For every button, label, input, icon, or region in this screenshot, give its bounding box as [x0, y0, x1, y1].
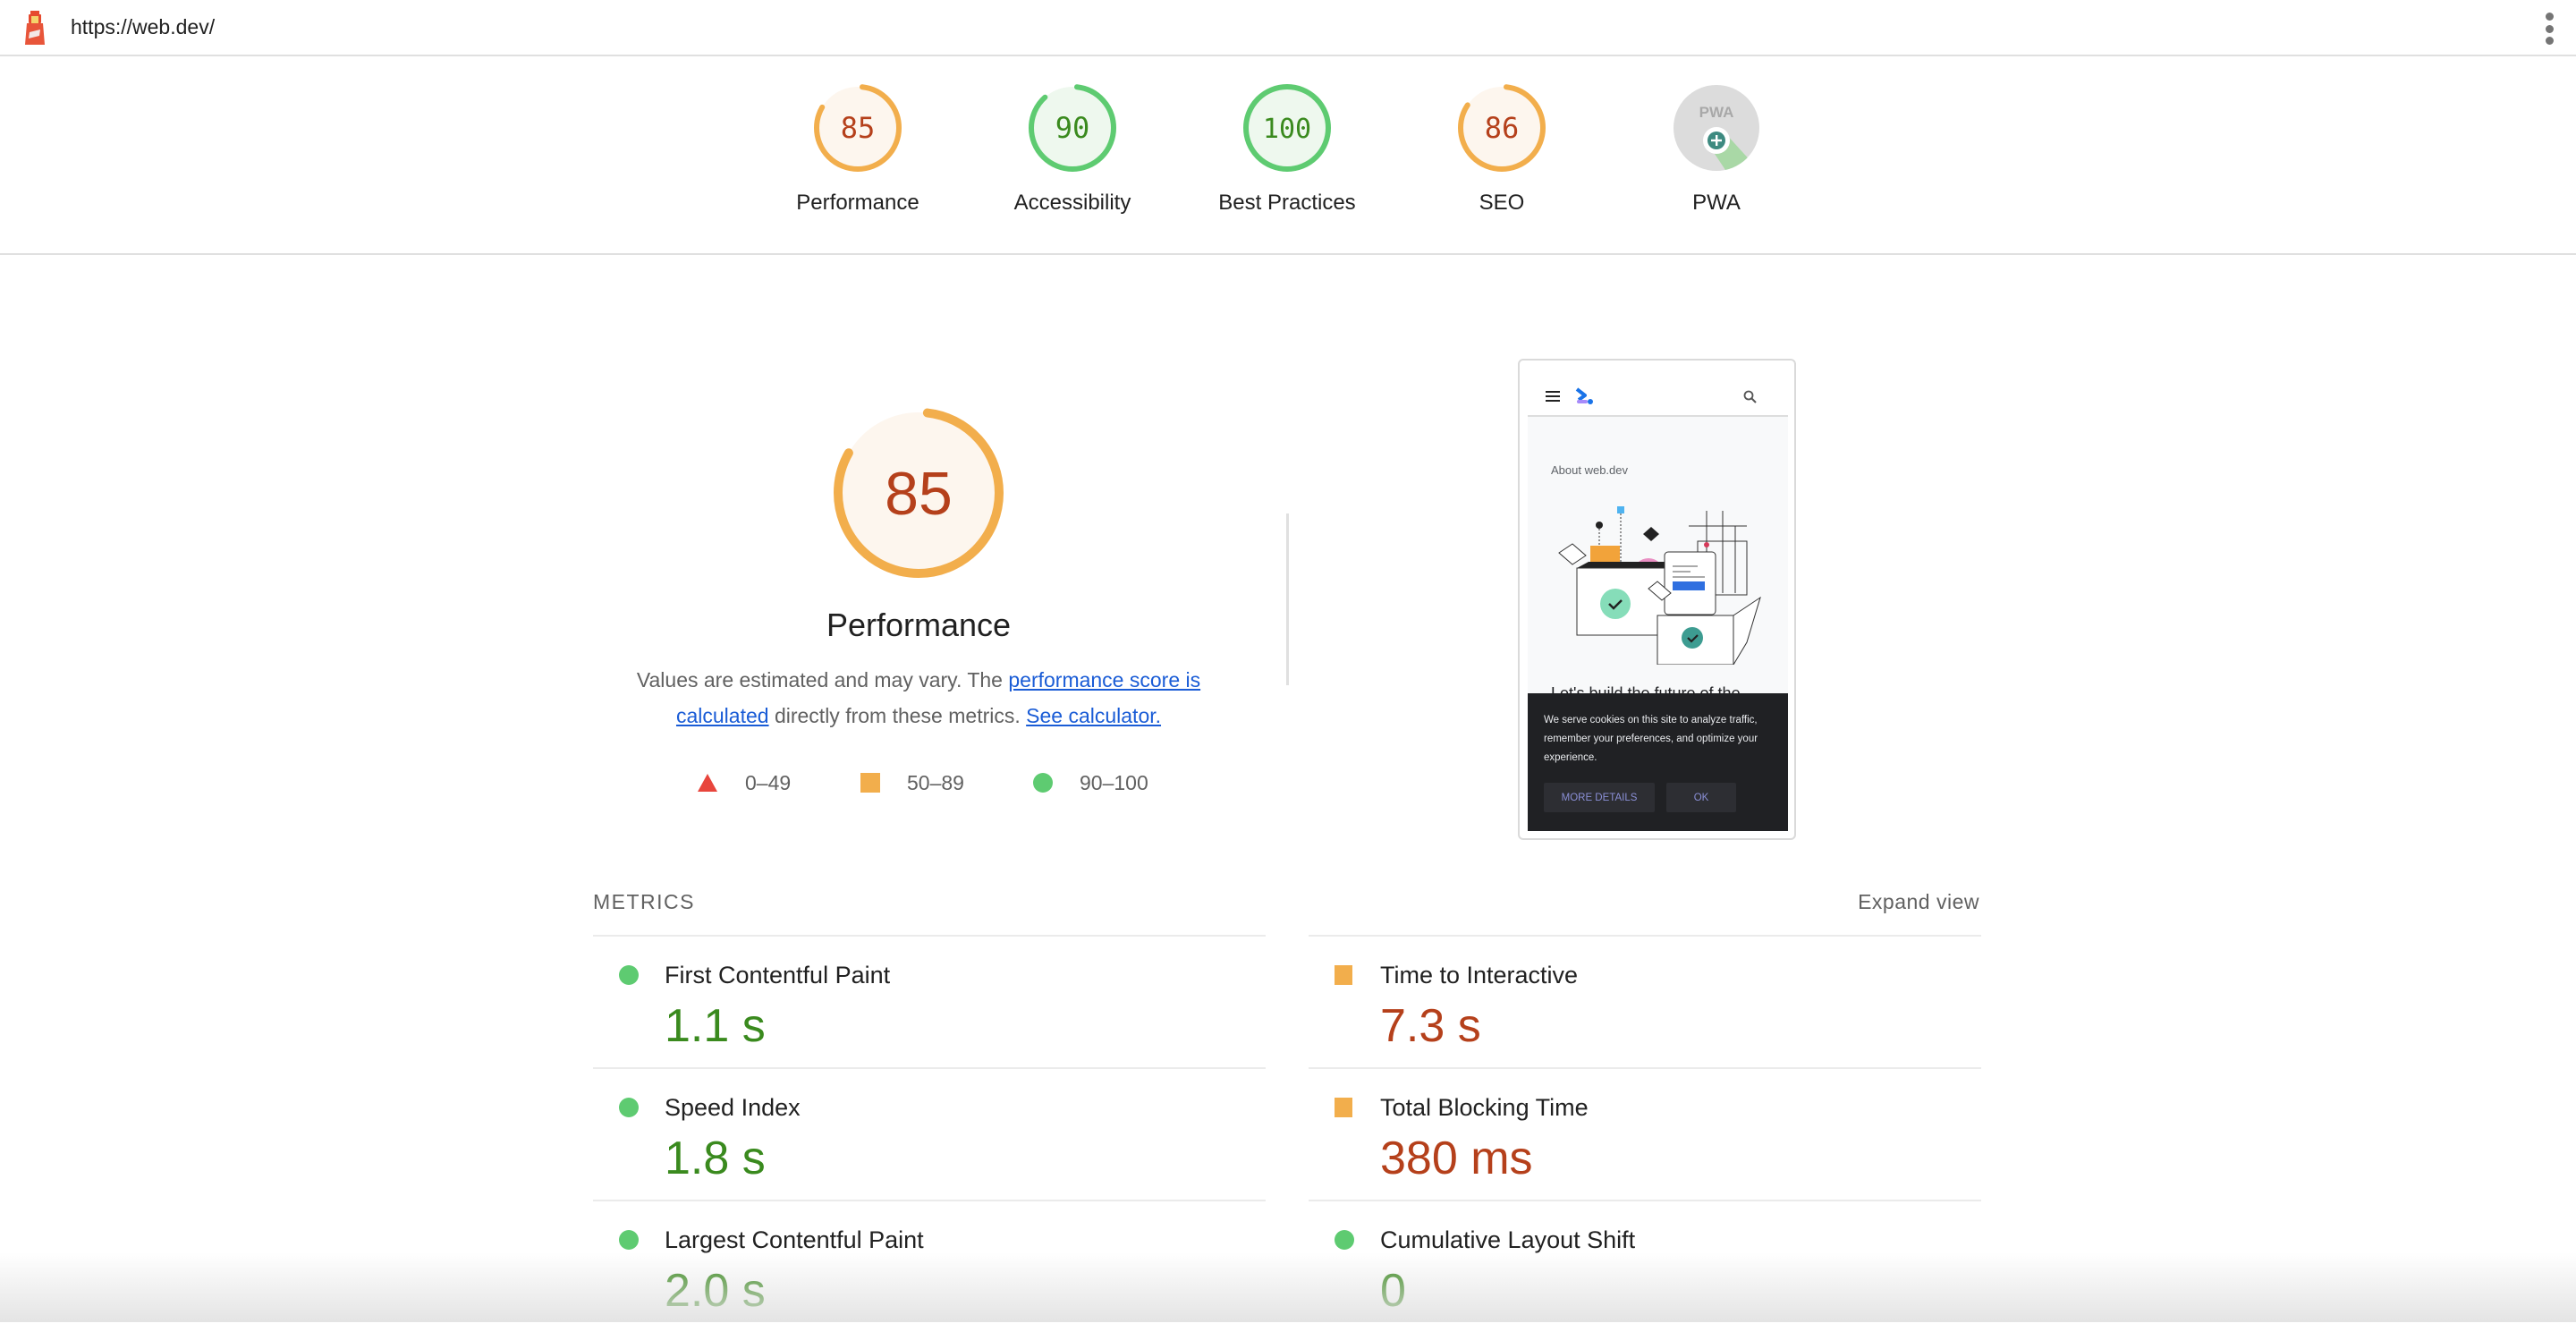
- more-vert-icon[interactable]: [2542, 13, 2556, 45]
- gauge-ring: 85: [814, 84, 902, 172]
- legend-average: 50–89: [860, 769, 964, 796]
- metric-time-to-interactive[interactable]: Time to Interactive 7.3 s: [1309, 935, 1981, 1067]
- gauge-ring: 90: [1029, 84, 1116, 172]
- metric-value: 0: [1380, 1265, 1406, 1317]
- gauge-seo[interactable]: 86 SEO: [1412, 83, 1591, 216]
- metrics-column-left: First Contentful Paint 1.1 s Speed Index…: [593, 935, 1266, 1332]
- gauge-label: Performance: [796, 191, 919, 215]
- cookie-ok-button[interactable]: OK: [1666, 783, 1736, 812]
- metric-first-contentful-paint[interactable]: First Contentful Paint 1.1 s: [593, 935, 1266, 1067]
- gauge-label: Best Practices: [1218, 191, 1356, 215]
- metric-value: 7.3 s: [1380, 1000, 1481, 1052]
- lighthouse-icon: [25, 11, 45, 45]
- gauge-score: 85: [841, 111, 876, 145]
- legend-label: 0–49: [745, 770, 792, 794]
- metric-name: Total Blocking Time: [1380, 1094, 1589, 1121]
- triangle-icon: [698, 774, 717, 792]
- gauge-label: Accessibility: [1013, 191, 1131, 215]
- gauge-accessibility[interactable]: 90 Accessibility: [983, 83, 1162, 216]
- score-summary: 85 Performance 90 Accessibility 100 Best…: [0, 56, 2576, 255]
- gauge-performance[interactable]: 85 Performance: [768, 83, 947, 216]
- report-url: https://web.dev/: [71, 15, 216, 38]
- pwa-badge-icon: PWA: [1674, 85, 1759, 171]
- metric-value: 2.0 s: [665, 1265, 766, 1317]
- site-header: [1528, 369, 1788, 417]
- gauge-score: 86: [1485, 111, 1520, 145]
- performance-score: 85: [885, 460, 953, 528]
- webdev-logo-icon: [1575, 387, 1593, 404]
- metrics-title: METRICS: [593, 890, 695, 913]
- vertical-divider: [1286, 513, 1289, 685]
- more-details-button[interactable]: MORE DETAILS: [1544, 783, 1655, 812]
- pass-circle-icon: [619, 1098, 639, 1117]
- metric-speed-index[interactable]: Speed Index 1.8 s: [593, 1067, 1266, 1200]
- expand-view-toggle[interactable]: Expand view: [1858, 890, 1979, 914]
- cookie-banner: We serve cookies on this site to analyze…: [1528, 693, 1788, 831]
- metric-name: Cumulative Layout Shift: [1380, 1226, 1636, 1253]
- desc-text: Values are estimated and may vary. The: [636, 668, 1009, 691]
- top-bar: https://web.dev/: [0, 0, 2576, 56]
- desc-text: directly from these metrics.: [768, 704, 1027, 727]
- metric-total-blocking-time[interactable]: Total Blocking Time 380 ms: [1309, 1067, 1981, 1200]
- about-heading: About web.dev: [1551, 463, 1629, 477]
- metric-largest-contentful-paint[interactable]: Largest Contentful Paint 2.0 s: [593, 1200, 1266, 1332]
- performance-title: Performance: [826, 607, 1012, 643]
- pass-circle-icon: [619, 965, 639, 985]
- metric-cumulative-layout-shift[interactable]: Cumulative Layout Shift 0: [1309, 1200, 1981, 1332]
- see-calculator-link[interactable]: See calculator.: [1026, 704, 1161, 727]
- gauge-label: SEO: [1479, 191, 1525, 215]
- legend-fail: 0–49: [697, 769, 791, 796]
- pass-circle-icon: [619, 1230, 639, 1250]
- metric-value: 1.1 s: [665, 1000, 766, 1052]
- metric-value: 1.8 s: [665, 1133, 766, 1184]
- metrics-column-right: Time to Interactive 7.3 s Total Blocking…: [1309, 935, 1981, 1332]
- legend-label: 50–89: [907, 770, 964, 794]
- screenshot-page: About web.dev We serve cookies on this s…: [1528, 369, 1788, 831]
- gauge-label: PWA: [1692, 191, 1741, 215]
- gauge-score: 90: [1055, 111, 1090, 145]
- legend-pass: 90–100: [1033, 769, 1148, 796]
- metric-value: 380 ms: [1380, 1133, 1533, 1184]
- metric-name: Largest Contentful Paint: [665, 1226, 924, 1253]
- average-square-icon: [1335, 1098, 1352, 1117]
- gauge-score: 100: [1263, 114, 1311, 145]
- boxes-illustration: [1558, 506, 1761, 665]
- circle-icon: [1033, 773, 1053, 793]
- gauge-ring: 86: [1458, 84, 1546, 172]
- legend-label: 90–100: [1080, 770, 1148, 794]
- gauge-best-practices[interactable]: 100 Best Practices: [1198, 83, 1377, 216]
- metric-name: Time to Interactive: [1380, 962, 1579, 988]
- cookie-text: We serve cookies on this site to analyze…: [1544, 715, 1758, 763]
- metrics-header: METRICS Expand view: [593, 890, 1979, 917]
- scroll-fade: [0, 1252, 2576, 1322]
- performance-gauge: 85: [834, 408, 1004, 578]
- hamburger-menu-icon: [1546, 391, 1560, 402]
- pass-circle-icon: [1335, 1230, 1354, 1250]
- final-screenshot[interactable]: About web.dev We serve cookies on this s…: [1518, 359, 1796, 840]
- metric-name: Speed Index: [665, 1094, 801, 1121]
- gauge-pwa[interactable]: PWA PWA: [1627, 83, 1806, 216]
- svg-text:PWA: PWA: [1699, 104, 1734, 121]
- gauge-ring: 100: [1243, 84, 1331, 172]
- search-icon: [1743, 390, 1757, 403]
- average-square-icon: [1335, 965, 1352, 985]
- metric-name: First Contentful Paint: [665, 962, 891, 988]
- performance-description: Values are estimated and may vary. The p…: [608, 662, 1229, 734]
- square-icon: [860, 773, 880, 793]
